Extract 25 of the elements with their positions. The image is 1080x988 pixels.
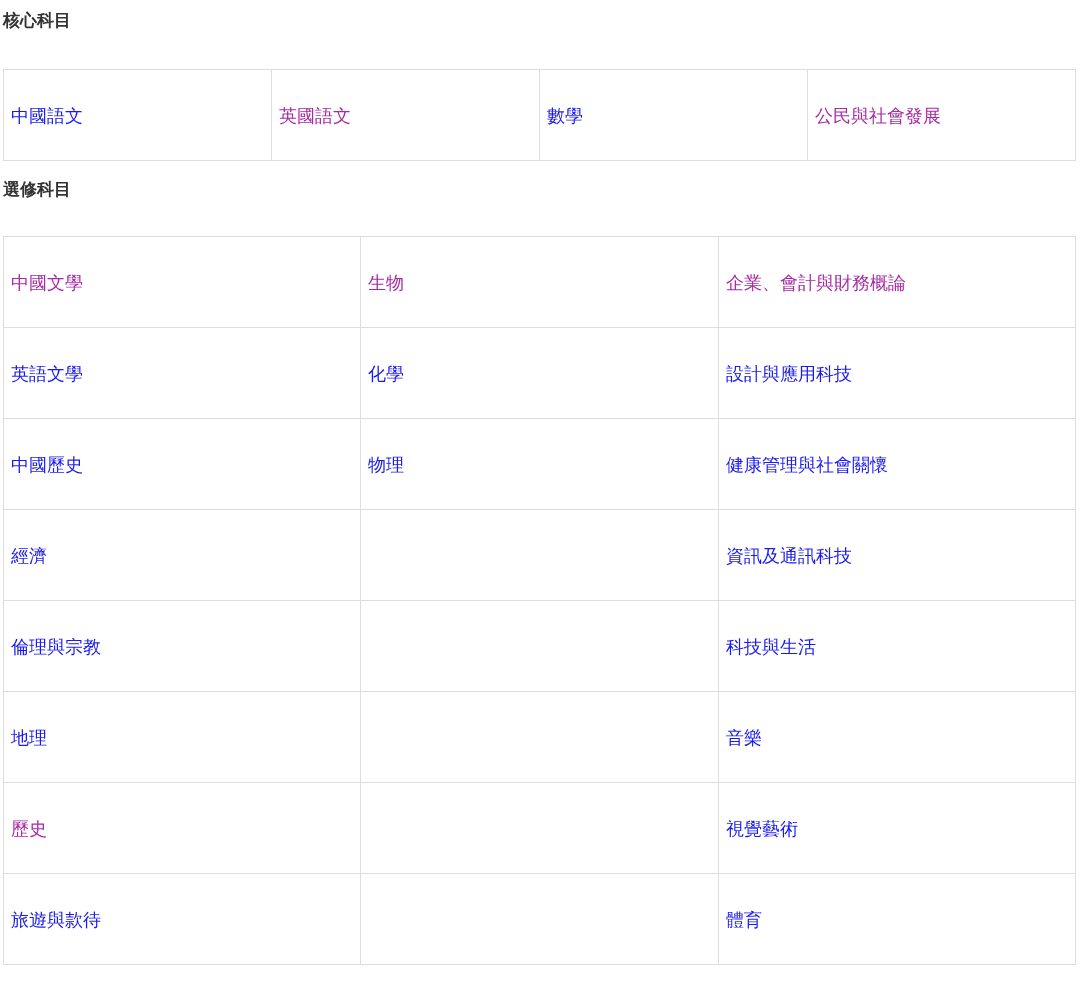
subject-link[interactable]: 中國歷史: [11, 453, 83, 475]
subject-link[interactable]: 視覺藝術: [725, 817, 798, 839]
subject-link[interactable]: 公民與社會發展: [815, 104, 941, 126]
subject-link[interactable]: 旅遊與款待: [11, 908, 101, 930]
subject-link[interactable]: 音樂: [725, 726, 762, 748]
subject-link[interactable]: 生物: [368, 271, 405, 293]
subject-link[interactable]: 經濟: [11, 544, 47, 566]
subject-link[interactable]: 資訊及通訊科技: [725, 544, 852, 566]
subject-link[interactable]: 體育: [725, 908, 762, 930]
subject-link[interactable]: 化學: [368, 362, 405, 384]
subject-link[interactable]: 英國語文: [279, 104, 351, 126]
section-heading: 核心科目: [3, 8, 72, 32]
section-heading: 選修科目: [3, 178, 72, 202]
subject-link[interactable]: 歷史: [11, 817, 47, 839]
subject-link[interactable]: 中國語文: [11, 104, 83, 126]
subject-link[interactable]: 健康管理與社會關懷: [725, 453, 888, 475]
subject-link[interactable]: 英語文學: [11, 362, 83, 384]
subject-link[interactable]: 物理: [368, 453, 405, 475]
subject-link[interactable]: 中國文學: [11, 271, 83, 293]
subject-link[interactable]: 設計與應用科技: [725, 362, 852, 384]
subject-link[interactable]: 地理: [11, 726, 47, 748]
subject-link[interactable]: 企業、會計與財務概論: [725, 271, 906, 293]
subject-link[interactable]: 倫理與宗教: [11, 635, 101, 657]
subject-link[interactable]: 科技與生活: [725, 635, 816, 657]
subject-link[interactable]: 數學: [547, 104, 583, 126]
